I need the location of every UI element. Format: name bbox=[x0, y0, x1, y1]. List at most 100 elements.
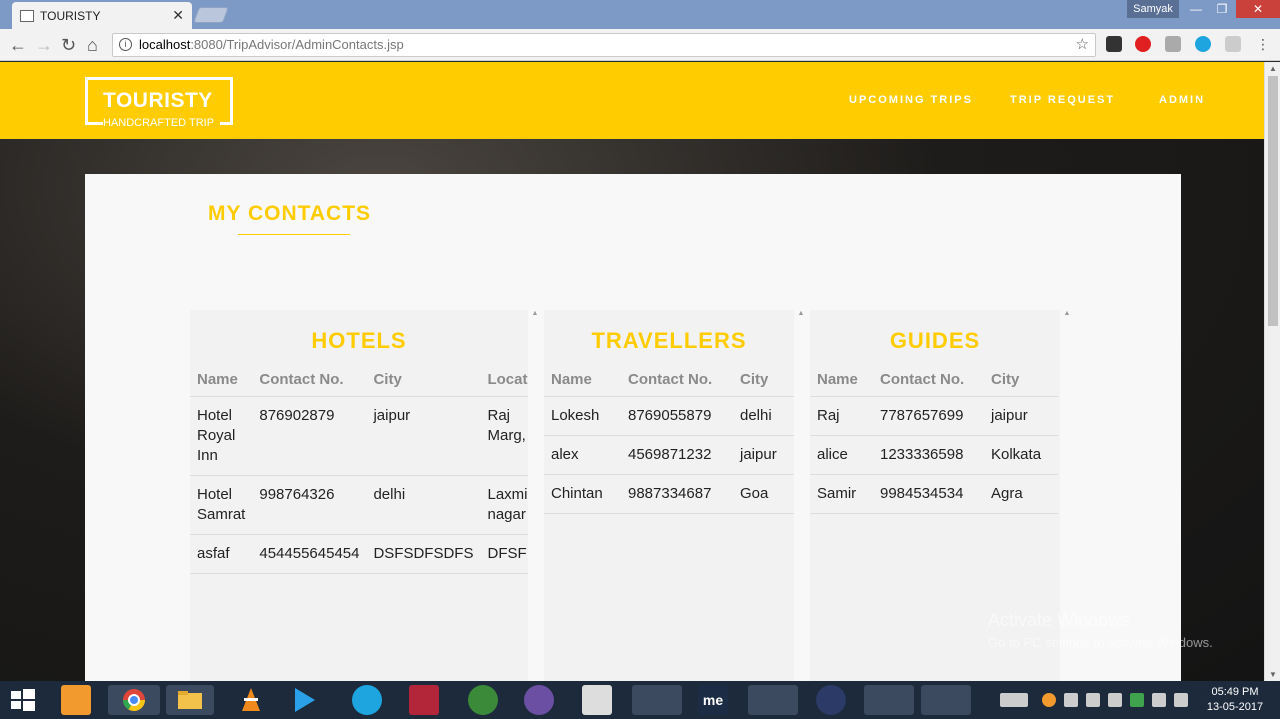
new-tab-button[interactable] bbox=[193, 7, 229, 23]
hotels-table: Name Contact No. City Locat Hotel Royal … bbox=[190, 364, 528, 574]
nav-admin[interactable]: ADMIN bbox=[1159, 94, 1205, 106]
nav-upcoming-trips[interactable]: UPCOMING TRIPS bbox=[849, 94, 973, 106]
server-manager-icon[interactable] bbox=[61, 685, 91, 715]
hotels-panel[interactable]: HOTELS Name Contact No. City Locat Hotel… bbox=[190, 310, 528, 681]
home-button[interactable]: ⌂ bbox=[87, 35, 98, 55]
page-favicon-icon bbox=[20, 9, 34, 22]
site-info-icon[interactable]: i bbox=[119, 38, 132, 51]
java-icon[interactable] bbox=[921, 685, 971, 715]
column-header: City bbox=[984, 364, 1058, 397]
back-button[interactable]: ← bbox=[9, 35, 27, 55]
cell-contact: 1233336598 bbox=[873, 435, 984, 475]
keyboard-icon[interactable] bbox=[1000, 693, 1028, 707]
flag-icon[interactable] bbox=[1108, 693, 1122, 707]
screen-recorder-icon[interactable] bbox=[409, 685, 439, 715]
me-app-icon[interactable]: me bbox=[698, 685, 728, 715]
cell-city: jaipur bbox=[984, 396, 1058, 436]
cell-city: delhi bbox=[733, 396, 794, 436]
cell-contact: 9887334687 bbox=[621, 474, 733, 514]
cell-city: jaipur bbox=[366, 396, 481, 476]
green-app-icon[interactable] bbox=[748, 685, 798, 715]
forward-button[interactable]: → bbox=[35, 35, 53, 55]
skype-extension-icon[interactable] bbox=[1195, 36, 1211, 52]
url-path: :8080/TripAdvisor/AdminContacts.jsp bbox=[190, 37, 404, 52]
tray-app-icon[interactable] bbox=[1042, 693, 1056, 707]
guides-heading: GUIDES bbox=[889, 328, 981, 353]
logo-tagline: HANDCRAFTED TRIP bbox=[103, 117, 221, 129]
scrollbar-thumb[interactable] bbox=[1268, 76, 1278, 326]
cell-contact: 876902879 bbox=[252, 396, 367, 476]
address-bar[interactable]: i localhost:8080/TripAdvisor/AdminContac… bbox=[112, 33, 1096, 57]
column-header: Contact No. bbox=[252, 364, 367, 397]
page-title: MY CONTACTS bbox=[208, 202, 372, 225]
tray-green-icon[interactable] bbox=[1130, 693, 1144, 707]
cell-name: alex bbox=[544, 435, 621, 475]
site-logo[interactable]: TOURISTY HANDCRAFTED TRIP bbox=[85, 77, 233, 129]
browser-tab[interactable]: TOURISTY ✕ bbox=[12, 2, 192, 29]
hotels-scroll-up-icon[interactable]: ▲ bbox=[528, 310, 542, 320]
column-header: Contact No. bbox=[621, 364, 733, 397]
guides-scroll-up-icon[interactable]: ▲ bbox=[1060, 310, 1074, 320]
extension-image-icon[interactable] bbox=[1225, 36, 1241, 52]
travellers-scroll-up-icon[interactable]: ▲ bbox=[794, 310, 808, 320]
battery-icon[interactable] bbox=[1174, 693, 1188, 707]
cell-city: delhi bbox=[366, 475, 481, 535]
travellers-heading: TRAVELLERS bbox=[591, 328, 747, 353]
cell-contact: 4569871232 bbox=[621, 435, 733, 475]
profile-user-badge[interactable]: Samyak bbox=[1127, 0, 1179, 18]
table-row: Lokesh 8769055879 delhi bbox=[544, 396, 794, 436]
table-row: Hotel Royal Inn 876902879 jaipur Raj Mar… bbox=[190, 396, 528, 476]
eclipse-icon[interactable] bbox=[816, 685, 846, 715]
vlc-icon[interactable] bbox=[236, 685, 266, 715]
tab-title: TOURISTY bbox=[40, 8, 101, 23]
tab-close-icon[interactable]: ✕ bbox=[172, 7, 184, 24]
volume-icon[interactable] bbox=[1064, 693, 1078, 707]
media-player-icon[interactable] bbox=[289, 685, 319, 715]
skype-icon[interactable] bbox=[352, 685, 382, 715]
table-row: Hotel Samrat 998764326 delhi Laxmi nagar bbox=[190, 475, 528, 535]
cell-contact: 9984534534 bbox=[873, 474, 984, 514]
start-windows-icon[interactable] bbox=[8, 685, 38, 715]
scroll-down-arrow-icon[interactable]: ▼ bbox=[1265, 670, 1280, 679]
torrent-icon[interactable] bbox=[524, 685, 554, 715]
cell-contact: 8769055879 bbox=[621, 396, 733, 436]
cell-location: DFSF bbox=[480, 534, 528, 574]
column-header: Contact No. bbox=[873, 364, 984, 397]
contacts-card: MY CONTACTS HOTELS Name Contact No. City… bbox=[85, 174, 1181, 681]
bookmark-star-icon[interactable]: ☆ bbox=[1076, 34, 1089, 56]
column-header: Name bbox=[190, 364, 253, 397]
browser-toolbar: ← → ↻ ⌂ i localhost:8080/TripAdvisor/Adm… bbox=[0, 29, 1280, 61]
menu-kebab-icon[interactable]: ⋮ bbox=[1255, 36, 1271, 52]
notepad-icon[interactable] bbox=[582, 685, 612, 715]
cell-contact: 998764326 bbox=[252, 475, 367, 535]
reload-button[interactable]: ↻ bbox=[61, 35, 76, 55]
maximize-button[interactable]: ❐ bbox=[1209, 0, 1235, 18]
taskbar-clock[interactable]: 05:49 PM 13-05-2017 bbox=[1200, 685, 1270, 715]
extension-grey-icon[interactable] bbox=[1165, 36, 1181, 52]
travellers-table: Name Contact No. City Lokesh 8769055879 … bbox=[544, 364, 794, 514]
nav-trip-request[interactable]: TRIP REQUEST bbox=[1010, 94, 1115, 106]
url-host: localhost bbox=[139, 37, 191, 52]
opera-icon[interactable] bbox=[1135, 36, 1151, 52]
hotels-heading: HOTELS bbox=[311, 328, 407, 353]
column-header: City bbox=[733, 364, 794, 397]
logo-brand: TOURISTY bbox=[103, 89, 213, 112]
photos-icon[interactable] bbox=[864, 685, 914, 715]
minimize-button[interactable]: — bbox=[1183, 0, 1209, 18]
travellers-panel[interactable]: TRAVELLERS Name Contact No. City Lokesh … bbox=[544, 310, 794, 681]
watermark-line-1: Activate Windows bbox=[988, 610, 1131, 630]
table-row: asfaf 454455645454 DSFSDFSDFS DFSF bbox=[190, 534, 528, 574]
close-window-button[interactable]: ✕ bbox=[1236, 0, 1280, 18]
chrome-taskbar-icon[interactable] bbox=[108, 685, 160, 715]
extension-icon[interactable] bbox=[1106, 36, 1122, 52]
activate-windows-watermark: Activate Windows Go to PC settings to ac… bbox=[988, 610, 1213, 650]
globe-app-icon[interactable] bbox=[468, 685, 498, 715]
page-scrollbar[interactable]: ▲ ▼ bbox=[1264, 62, 1280, 681]
dolphin-app-icon[interactable] bbox=[632, 685, 682, 715]
cell-city: DSFSDFSDFS bbox=[366, 534, 481, 574]
file-explorer-icon[interactable] bbox=[166, 685, 214, 715]
scroll-up-arrow-icon[interactable]: ▲ bbox=[1265, 64, 1280, 73]
network-icon[interactable] bbox=[1086, 693, 1100, 707]
table-row: alex 4569871232 jaipur bbox=[544, 435, 794, 475]
tray-user-icon[interactable] bbox=[1152, 693, 1166, 707]
